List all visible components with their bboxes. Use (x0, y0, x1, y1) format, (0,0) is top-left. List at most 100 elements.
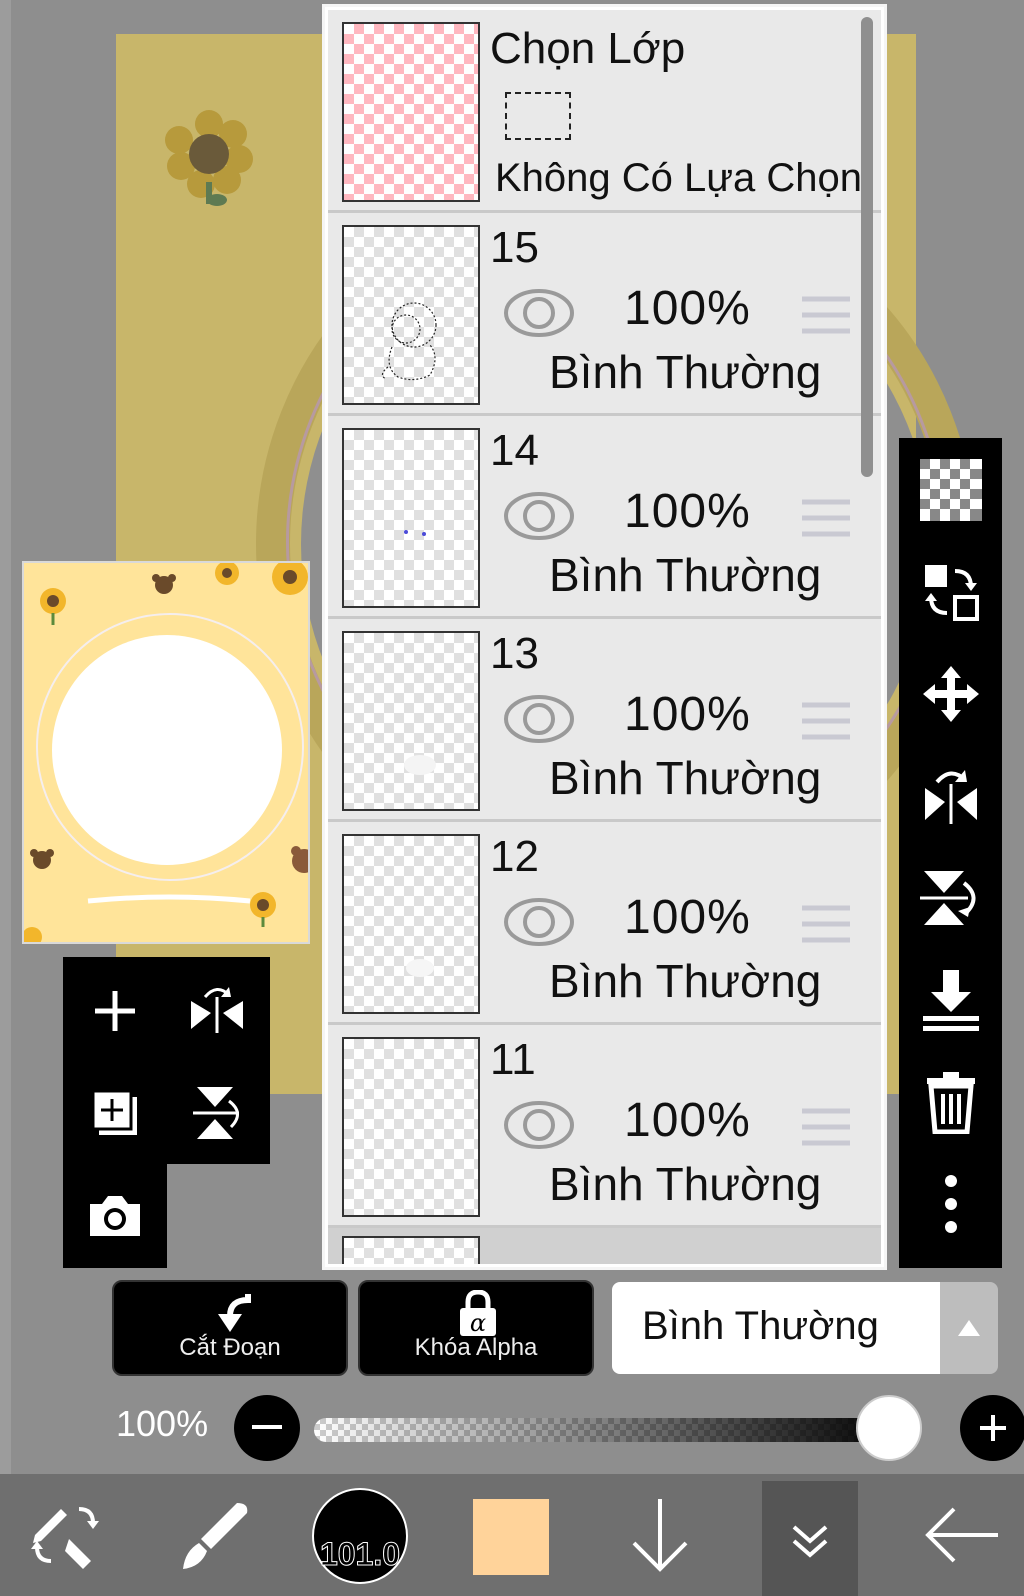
navigator-preview[interactable] (22, 561, 310, 944)
layer-thumbnail (342, 631, 480, 811)
layer-row[interactable]: 11 100% Bình Thường (328, 1025, 881, 1228)
sunflower-decoration (165, 110, 253, 206)
layers-panel-toggle-button[interactable] (762, 1481, 858, 1596)
alpha-lock-label: Khóa Alpha (414, 1334, 538, 1361)
caret-up-icon (958, 1320, 980, 1336)
layer-row[interactable]: 15 100% Bình Thường (328, 213, 881, 416)
layer-list[interactable]: Chọn Lớp Không Có Lựa Chọn 15 100% Bình … (328, 10, 881, 1264)
opacity-slider-thumb[interactable] (856, 1395, 922, 1461)
bear-icon (152, 574, 176, 594)
lock-icon: α (460, 1290, 496, 1336)
flip-horizontal-icon (191, 987, 243, 1033)
layer-blend-mode: Bình Thường (549, 955, 822, 1007)
layer-number: 15 (490, 223, 539, 272)
ribbon-decoration (87, 894, 251, 904)
blend-mode-value: Bình Thường (642, 1304, 879, 1348)
marquee-selection-icon (505, 92, 571, 140)
selection-status: Không Có Lựa Chọn (495, 156, 863, 200)
swap-layers-button[interactable] (899, 542, 1002, 642)
brush-icon (183, 1503, 248, 1569)
layer-row[interactable]: 14 100% Bình Thường (328, 416, 881, 619)
drag-handle-icon[interactable] (802, 701, 850, 741)
import-photo-button[interactable] (65, 1166, 165, 1266)
layer-number: 11 (490, 1035, 536, 1084)
layer-row[interactable]: 13 100% Bình Thường (328, 619, 881, 822)
merge-down-button[interactable] (899, 950, 1002, 1050)
visibility-eye-icon[interactable] (503, 894, 575, 950)
sunflower-icon (215, 563, 239, 585)
layer-row-partial[interactable] (328, 1228, 881, 1264)
clipping-label: Cắt Đoạn (179, 1334, 281, 1361)
flip-horizontal-icon (924, 770, 977, 824)
flip-vertical-icon (193, 1087, 239, 1139)
delete-layer-button[interactable] (899, 1052, 1002, 1152)
quick-tools-button[interactable] (10, 1474, 120, 1596)
layer-list-scrollbar[interactable] (861, 17, 873, 477)
move-layer-button[interactable] (899, 644, 1002, 744)
drag-handle-icon[interactable] (802, 904, 850, 944)
sunflower-icon (24, 927, 42, 942)
flip-vertical-button[interactable] (167, 1063, 267, 1163)
visibility-eye-icon[interactable] (503, 691, 575, 747)
trash-icon (926, 1072, 975, 1134)
color-swatch[interactable] (473, 1499, 549, 1575)
layer-blend-mode: Bình Thường (549, 752, 822, 804)
layer-opacity: 100% (624, 1094, 751, 1147)
layer-thumbnail (342, 428, 480, 608)
layer-down-button[interactable] (610, 1474, 710, 1596)
blend-mode-select[interactable]: Bình Thường (612, 1282, 940, 1374)
layer-thumbnail (342, 834, 480, 1014)
layer-opacity: 100% (624, 282, 751, 335)
layer-row[interactable]: 12 100% Bình Thường (328, 822, 881, 1025)
flip-horizontal-button[interactable] (167, 961, 267, 1061)
flip-horizontal-tool-button[interactable] (899, 746, 1002, 846)
visibility-eye-icon[interactable] (503, 1097, 575, 1153)
arrow-down-icon (632, 1499, 688, 1572)
sunflower-icon (40, 588, 66, 625)
alpha-lock-button[interactable]: α Khóa Alpha (358, 1280, 594, 1376)
add-layer-button[interactable] (65, 961, 165, 1061)
layer-blend-mode: Bình Thường (549, 549, 822, 601)
navigator-circle (52, 635, 282, 865)
visibility-eye-icon[interactable] (503, 285, 575, 341)
duplicate-icon (91, 1089, 137, 1135)
more-options-button[interactable] (899, 1154, 1002, 1254)
selection-layer-title: Chọn Lớp (490, 24, 686, 73)
opacity-slider-track[interactable] (314, 1418, 900, 1442)
faint-thumbnail-icon (406, 959, 434, 977)
back-button[interactable] (910, 1474, 1014, 1596)
brush-tool-button[interactable] (165, 1474, 265, 1596)
duplicate-layer-button[interactable] (65, 1063, 165, 1163)
drag-handle-icon[interactable] (802, 1107, 850, 1147)
more-vertical-icon (944, 1175, 957, 1233)
brush-size-value: 101.0 (319, 1536, 401, 1573)
drag-handle-icon[interactable] (802, 498, 850, 538)
checkerboard-icon (919, 459, 982, 521)
opacity-value-label: 100% (116, 1403, 209, 1444)
drag-handle-icon[interactable] (802, 295, 850, 335)
opacity-increase-button[interactable] (960, 1395, 1024, 1461)
bear-icon (291, 846, 308, 873)
clipping-button[interactable]: Cắt Đoạn (112, 1280, 348, 1376)
flip-vertical-tool-button[interactable] (899, 848, 1002, 948)
svg-text:α: α (470, 1309, 486, 1336)
plus-icon (980, 1415, 1006, 1441)
plus-icon (95, 991, 135, 1031)
layer-number: 13 (490, 629, 539, 678)
visibility-eye-icon[interactable] (503, 488, 575, 544)
layer-number: 14 (490, 426, 539, 475)
sunflower-icon (272, 563, 308, 595)
faint-thumbnail-icon (404, 755, 436, 775)
brush-size-indicator[interactable]: 101.0 (312, 1488, 408, 1584)
layer-opacity: 100% (624, 485, 751, 538)
eyes-thumbnail-icon (404, 530, 426, 536)
opacity-decrease-button[interactable] (234, 1395, 300, 1461)
selection-layer-row[interactable]: Chọn Lớp Không Có Lựa Chọn (328, 10, 881, 213)
quick-layer-actions (63, 957, 270, 1164)
layer-tools-toolbar (899, 438, 1002, 1268)
transparent-fill-button[interactable] (899, 440, 1002, 540)
blend-mode-dropdown-button[interactable] (940, 1282, 998, 1374)
move-arrows-icon (922, 666, 979, 722)
layer-panel: Chọn Lớp Không Có Lựa Chọn 15 100% Bình … (322, 4, 887, 1270)
sketch-thumbnail-icon (381, 302, 437, 381)
